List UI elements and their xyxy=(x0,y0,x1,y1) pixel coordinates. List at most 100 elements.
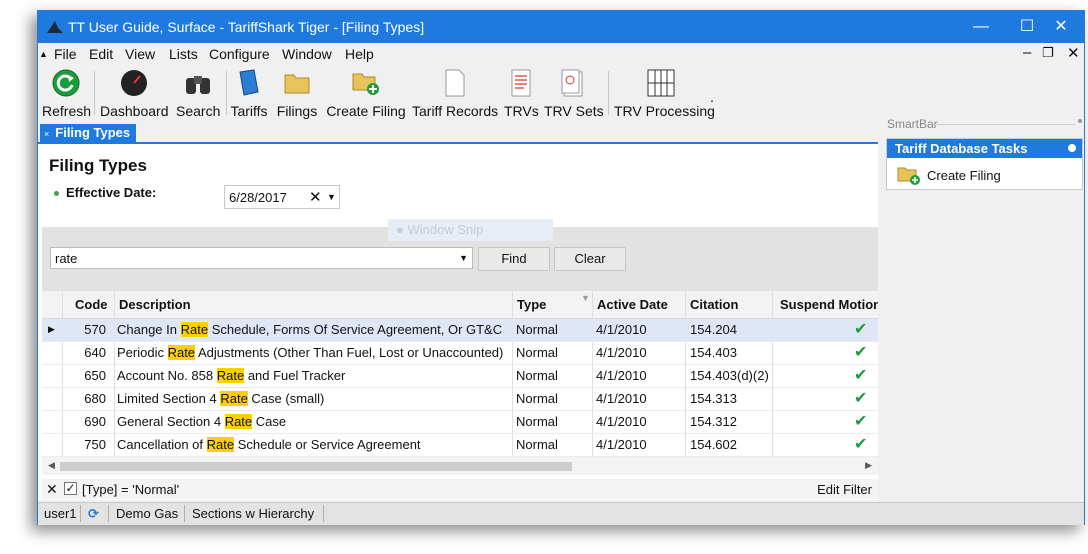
dashboard-button[interactable]: Dashboard xyxy=(100,67,169,119)
grid-header: Code Description Type ▼ Active Date Cita… xyxy=(42,291,878,319)
column-header-code[interactable]: Code xyxy=(75,297,108,312)
column-header-description[interactable]: Description xyxy=(119,297,191,312)
binoculars-icon xyxy=(186,76,210,94)
description-cell: General Section 4 Rate Case xyxy=(117,414,287,429)
checkmark-icon: ✔ xyxy=(854,344,868,361)
tab-close-icon[interactable]: × xyxy=(44,129,49,139)
menu-window[interactable]: Window xyxy=(282,46,332,62)
menu-file[interactable]: File xyxy=(54,46,77,62)
folder-icon xyxy=(284,74,310,94)
create-filing-button[interactable]: Create Filing xyxy=(326,67,406,119)
search-button[interactable]: Search xyxy=(176,67,220,119)
description-cell: Limited Section 4 Rate Case (small) xyxy=(117,391,325,406)
status-database: Demo Gas xyxy=(116,506,179,521)
tab-filing-types[interactable]: × Filing Types xyxy=(40,124,137,142)
toolbar: Refresh Dashboard Search Tariffs Filings xyxy=(38,65,1084,125)
filter-enabled-checkbox[interactable]: ✓ xyxy=(64,482,77,495)
close-button[interactable]: ✕ xyxy=(1038,11,1084,43)
column-header-citation[interactable]: Citation xyxy=(690,297,738,312)
main-content: Filing Types Effective Date: 6/28/2017 ✕… xyxy=(38,144,878,500)
chevron-down-icon[interactable]: ▼ xyxy=(327,192,336,202)
horizontal-scrollbar[interactable]: ◀ ▶ xyxy=(42,457,878,475)
current-row-indicator-icon: ▶ xyxy=(48,324,55,334)
toolbar-separator xyxy=(608,71,609,115)
description-cell: Change In Rate Schedule, Forms Of Servic… xyxy=(117,322,503,337)
status-separator xyxy=(323,505,324,522)
table-row[interactable]: 680 Limited Section 4 Rate Case (small) … xyxy=(42,388,878,411)
column-header-active-date[interactable]: Active Date xyxy=(597,297,668,312)
checkmark-icon: ✔ xyxy=(854,436,868,453)
menu-bar: ▲ File Edit View Lists Configure Window … xyxy=(38,43,1084,65)
window-title: TT User Guide, Surface - TariffShark Tig… xyxy=(68,19,425,35)
checkmark-icon: ✔ xyxy=(854,413,868,430)
sync-icon[interactable]: ⟳ xyxy=(88,506,99,522)
checkmark-icon: ✔ xyxy=(854,367,868,384)
trv-sets-button[interactable]: TRV Sets xyxy=(544,67,604,119)
checkmark-icon: ✔ xyxy=(854,390,868,407)
table-row[interactable]: 750 Cancellation of Rate Schedule or Ser… xyxy=(42,434,878,457)
smartbar-title: SmartBar xyxy=(887,117,938,131)
record-document-icon xyxy=(511,69,531,97)
status-mode: Sections w Hierarchy xyxy=(192,506,315,521)
title-bar: TT User Guide, Surface - TariffShark Tig… xyxy=(38,11,1084,43)
smartbar-panel: Tariff Database Tasks Create Filing xyxy=(886,138,1083,190)
status-separator xyxy=(108,505,109,522)
collapse-icon[interactable] xyxy=(1068,144,1076,152)
document-icon xyxy=(445,69,465,97)
dashboard-gauge-icon xyxy=(121,70,147,96)
menu-view[interactable]: View xyxy=(125,46,155,62)
folder-add-icon xyxy=(897,167,920,185)
mdi-close-icon[interactable]: ✕ xyxy=(1067,44,1080,62)
trv-processing-button[interactable]: TRV Processing xyxy=(614,67,715,119)
table-row[interactable]: 690 General Section 4 Rate Case Normal 4… xyxy=(42,411,878,434)
minimize-button[interactable]: — xyxy=(958,11,1004,43)
scroll-right-icon[interactable]: ▶ xyxy=(865,460,872,471)
divider xyxy=(933,124,1076,125)
toolbar-overflow-dot[interactable]: . xyxy=(710,89,714,105)
clear-date-icon[interactable]: ✕ xyxy=(309,188,322,206)
clear-button[interactable]: Clear xyxy=(554,247,626,271)
scrollbar-thumb[interactable] xyxy=(60,462,572,471)
status-separator xyxy=(80,505,81,522)
trvs-button[interactable]: TRVs xyxy=(504,67,539,119)
scroll-left-icon[interactable]: ◀ xyxy=(48,460,55,471)
smartbar-pin-icon[interactable] xyxy=(1078,119,1082,123)
table-row[interactable]: 640 Periodic Rate Adjustments (Other Tha… xyxy=(42,342,878,365)
search-input[interactable]: rate ▼ xyxy=(50,247,473,269)
mdi-restore-icon[interactable]: ❐ xyxy=(1042,45,1054,61)
table-row[interactable]: 650 Account No. 858 Rate and Fuel Tracke… xyxy=(42,365,878,388)
shark-app-icon xyxy=(47,21,63,33)
mdi-minimize-icon[interactable]: – xyxy=(1023,44,1031,61)
description-cell: Cancellation of Rate Schedule or Service… xyxy=(117,437,421,452)
folder-add-icon xyxy=(352,73,379,95)
menu-edit[interactable]: Edit xyxy=(89,46,113,62)
filings-button[interactable]: Filings xyxy=(276,67,318,119)
table-row[interactable]: ▶ 570 Change In Rate Schedule, Forms Of … xyxy=(42,319,878,342)
menu-help[interactable]: Help xyxy=(345,46,374,62)
processing-grid-icon xyxy=(647,69,675,97)
status-user: user1 xyxy=(44,506,77,521)
page-title: Filing Types xyxy=(49,156,147,175)
clear-filter-icon[interactable]: ✕ xyxy=(46,481,58,498)
refresh-button[interactable]: Refresh xyxy=(42,67,91,119)
column-header-type[interactable]: Type xyxy=(517,297,546,312)
toolbar-separator xyxy=(226,71,227,115)
checkmark-icon: ✔ xyxy=(854,321,868,338)
filter-expression: [Type] = 'Normal' xyxy=(82,482,180,497)
tariff-records-button[interactable]: Tariff Records xyxy=(412,67,498,119)
effective-date-value: 6/28/2017 xyxy=(229,190,287,205)
menu-lists[interactable]: Lists xyxy=(169,46,198,62)
menu-configure[interactable]: Configure xyxy=(209,46,270,62)
smartbar-section-header[interactable]: Tariff Database Tasks xyxy=(887,139,1082,158)
effective-date-picker[interactable]: 6/28/2017 ✕ ▼ xyxy=(224,185,340,209)
status-bar: user1 ⟳ Demo Gas Sections w Hierarchy xyxy=(38,502,1084,525)
find-button[interactable]: Find xyxy=(478,247,550,271)
system-menu-icon[interactable]: ▲ xyxy=(39,49,48,59)
book-icon xyxy=(239,69,259,96)
tariffs-button[interactable]: Tariffs xyxy=(228,67,270,119)
description-cell: Account No. 858 Rate and Fuel Tracker xyxy=(117,368,346,383)
column-header-suspend-motion[interactable]: Suspend Motion xyxy=(780,297,878,312)
edit-filter-link[interactable]: Edit Filter xyxy=(817,482,872,497)
chevron-down-icon[interactable]: ▼ xyxy=(459,253,468,263)
filter-funnel-icon[interactable]: ▼ xyxy=(581,293,590,303)
